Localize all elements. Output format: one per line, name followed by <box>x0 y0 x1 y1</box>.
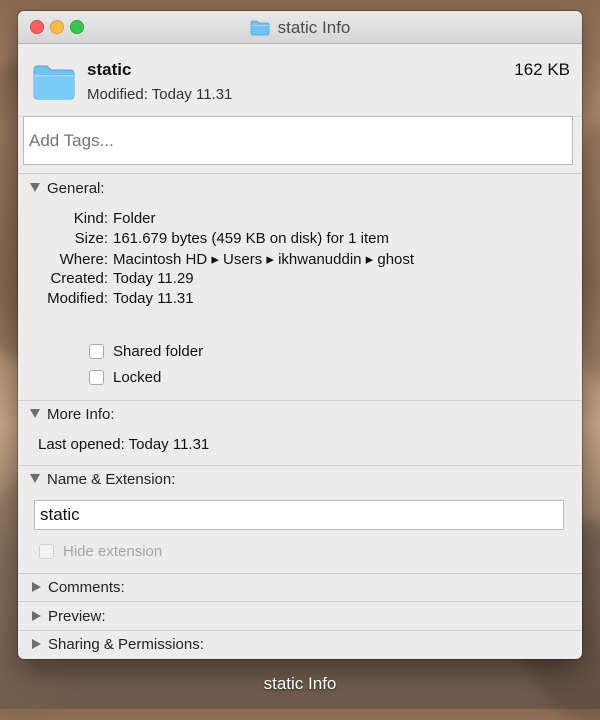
where-row: Where: Macintosh HD ▸ Users ▸ ikhwanuddin… <box>18 250 414 268</box>
last-opened-value: Today 11.31 <box>128 436 210 453</box>
size-value: 161.679 bytes (459 KB on disk) for 1 ite… <box>113 230 389 247</box>
checkbox-unchecked-icon[interactable] <box>89 370 104 385</box>
info-window: static Info static Modified: Today 11.31… <box>18 11 582 659</box>
name-field[interactable] <box>34 500 564 530</box>
more-info-disclosure[interactable]: More Info: <box>30 406 115 423</box>
modified-label: Modified: <box>87 86 148 103</box>
preview-disclosure[interactable]: Preview: <box>30 608 106 625</box>
disclosure-triangle-right-icon <box>32 639 41 649</box>
kind-value: Folder <box>113 210 156 227</box>
sharing-permissions-disclosure[interactable]: Sharing & Permissions: <box>30 636 204 653</box>
window-title-text: static Info <box>277 18 351 37</box>
modified-row-label: Modified: <box>47 290 108 307</box>
shared-folder-checkbox[interactable]: Shared folder <box>89 343 203 360</box>
divider <box>18 630 582 631</box>
window-title: static Info <box>18 18 582 41</box>
more-info-heading: More Info: <box>47 406 115 423</box>
created-row: Created: Today 11.29 <box>18 270 194 287</box>
sharing-heading: Sharing & Permissions: <box>48 636 204 653</box>
comments-heading: Comments: <box>48 579 125 596</box>
item-size: 162 KB <box>514 60 570 79</box>
kind-label: Kind: <box>73 210 108 227</box>
size-label: Size: <box>74 230 108 247</box>
disclosure-triangle-right-icon <box>32 582 41 592</box>
divider <box>18 465 582 466</box>
kind-row: Kind: Folder <box>18 210 156 227</box>
last-opened-row: Last opened: Today 11.31 <box>38 436 209 453</box>
desktop-window-caption: static Info <box>263 674 337 693</box>
size-row: Size: 161.679 bytes (459 KB on disk) for … <box>18 230 389 247</box>
comments-disclosure[interactable]: Comments: <box>30 579 125 596</box>
disclosure-triangle-down-icon <box>30 183 40 192</box>
folder-icon <box>32 64 76 105</box>
disclosure-triangle-right-icon <box>32 611 41 621</box>
created-label: Created: <box>50 270 108 287</box>
folder-icon <box>250 20 270 41</box>
item-name: static <box>87 60 132 79</box>
disclosure-triangle-down-icon <box>30 409 40 418</box>
last-opened-label: Last opened: <box>38 436 125 453</box>
checkbox-unchecked-icon[interactable] <box>89 344 104 359</box>
locked-checkbox[interactable]: Locked <box>89 369 161 386</box>
divider <box>18 173 582 174</box>
modified-row: Modified: Today 11.31 <box>18 290 194 307</box>
where-value: Macintosh HD ▸ Users ▸ ikhwanuddin ▸ gho… <box>113 251 415 268</box>
general-disclosure[interactable]: General: <box>30 180 105 197</box>
hide-extension-checkbox[interactable]: Hide extension <box>39 543 162 560</box>
disclosure-triangle-down-icon <box>30 474 40 483</box>
locked-label: Locked <box>113 369 162 386</box>
info-header: static Modified: Today 11.31 162 KB <box>18 44 582 117</box>
divider <box>18 573 582 574</box>
tags-input[interactable] <box>23 116 573 165</box>
checkbox-disabled-icon[interactable] <box>39 544 54 559</box>
shared-folder-label: Shared folder <box>113 343 204 360</box>
where-label: Where: <box>59 251 108 268</box>
divider <box>18 601 582 602</box>
modified-value: Today 11.31 <box>151 86 233 103</box>
name-extension-heading: Name & Extension: <box>47 471 176 488</box>
name-extension-disclosure[interactable]: Name & Extension: <box>30 471 175 488</box>
divider <box>18 400 582 401</box>
created-value: Today 11.29 <box>113 270 194 287</box>
hide-extension-label: Hide extension <box>63 543 163 560</box>
header-modified: Modified: Today 11.31 <box>87 86 232 103</box>
modified-row-value: Today 11.31 <box>113 290 194 307</box>
title-bar[interactable]: static Info <box>18 11 582 44</box>
preview-heading: Preview: <box>48 608 106 625</box>
general-heading: General: <box>47 180 105 197</box>
